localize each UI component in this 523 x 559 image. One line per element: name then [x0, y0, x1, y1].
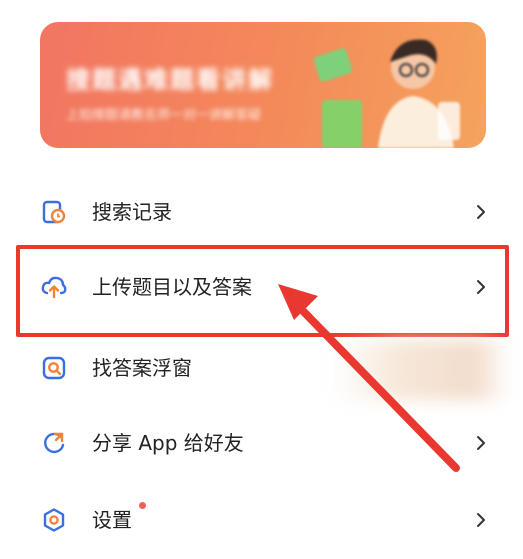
menu-label: 设置 — [92, 508, 132, 532]
notification-dot — [139, 502, 146, 509]
history-icon — [42, 200, 66, 224]
menu-label: 找答案浮窗 — [92, 356, 192, 380]
teacher-illustration-icon — [313, 39, 460, 148]
promo-banner[interactable]: 搜题遇难题看讲解 上拍搜题请教名师一对一讲解答疑 — [40, 22, 486, 148]
settings-icon — [43, 508, 65, 532]
chevron-right-icon — [477, 436, 485, 450]
menu-item-search-history[interactable]: 搜索记录 — [0, 182, 523, 242]
banner-subtitle: 上拍搜题请教名师一对一讲解答疑 — [66, 108, 262, 123]
chevron-right-icon — [477, 205, 485, 219]
highlight-annotation-box — [16, 245, 509, 337]
menu-item-settings[interactable]: 设置 — [0, 490, 523, 550]
float-window-search-icon — [42, 356, 66, 380]
menu-label: 分享 App 给好友 — [92, 431, 244, 455]
blurred-overlay — [330, 340, 510, 400]
menu-label: 搜索记录 — [92, 200, 172, 224]
banner-title: 搜题遇难题看讲解 — [66, 66, 274, 94]
share-icon — [44, 432, 65, 454]
menu-item-share-app[interactable]: 分享 App 给好友 — [0, 413, 523, 473]
chevron-right-icon — [477, 513, 485, 527]
